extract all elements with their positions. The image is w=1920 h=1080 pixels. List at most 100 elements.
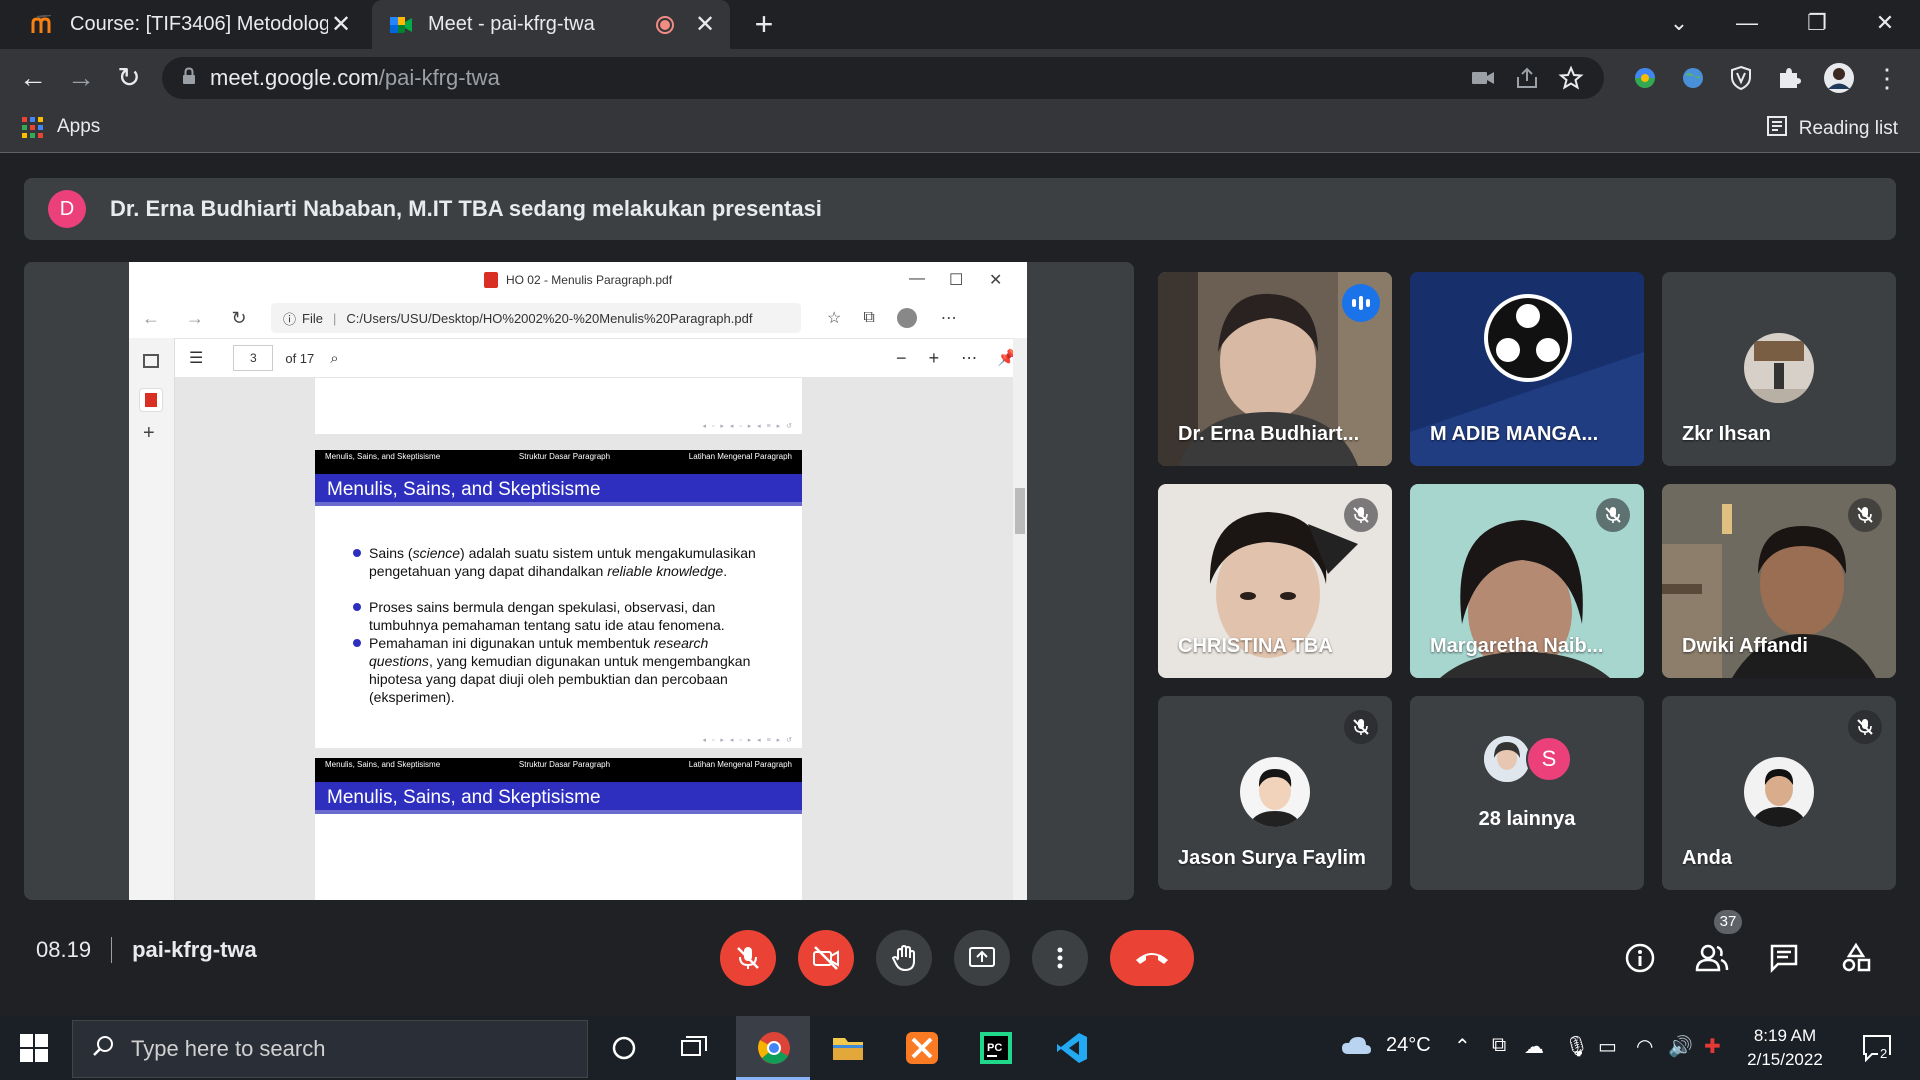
- pdf-path: C:/Users/USU/Desktop/HO%2002%20-%20Menul…: [346, 310, 753, 326]
- participant-overflow-tile[interactable]: S 28 lainnya: [1410, 696, 1644, 890]
- reading-list-button[interactable]: Reading list: [1766, 116, 1898, 142]
- profile-avatar[interactable]: [1822, 61, 1856, 95]
- pdf-more-icon: ⋯: [961, 350, 978, 367]
- tab-course[interactable]: Course: [TIF3406] Metodologi Pe ✕: [14, 0, 366, 49]
- reload-button[interactable]: ↻: [112, 61, 146, 95]
- pdf-back-icon: ←: [142, 307, 160, 328]
- leave-call-button[interactable]: [1110, 930, 1194, 986]
- battery-icon[interactable]: ▭: [1598, 1034, 1617, 1059]
- show-hidden-icons-icon[interactable]: ⌃: [1454, 1034, 1471, 1059]
- xampp-icon[interactable]: [900, 1026, 944, 1070]
- tab-search-icon[interactable]: ⌄: [1656, 8, 1702, 40]
- pdf-file-icon: [483, 272, 498, 288]
- meeting-info: 08.19 pai-kfrg-twa: [36, 937, 257, 963]
- participant-tile[interactable]: Dwiki Affandi: [1662, 484, 1896, 678]
- pdf-search-icon: ⌕: [330, 349, 339, 367]
- close-tab-icon[interactable]: ✕: [328, 11, 354, 38]
- menu-kebab-icon[interactable]: ⋮: [1870, 61, 1904, 95]
- minimize-button[interactable]: —: [1724, 8, 1770, 40]
- chrome-icon[interactable]: [752, 1026, 796, 1070]
- apps-shortcut[interactable]: Apps: [22, 116, 100, 138]
- chat-icon: [1770, 944, 1798, 974]
- pycharm-icon[interactable]: PC: [974, 1026, 1018, 1070]
- new-tab-button[interactable]: +: [748, 8, 780, 41]
- collections-icon: ⧉: [863, 309, 875, 326]
- task-view-icon[interactable]: [672, 1026, 716, 1070]
- avatar: [1240, 757, 1310, 827]
- cortana-icon[interactable]: [602, 1026, 646, 1070]
- participant-name: Jason Surya Faylim: [1178, 847, 1366, 869]
- present-screen-icon: [969, 947, 995, 967]
- windows-start-button[interactable]: [20, 1034, 48, 1062]
- participant-name: Dr. Erna Budhiart...: [1178, 423, 1360, 445]
- shield-extension-icon[interactable]: [1724, 61, 1758, 95]
- mic-off-icon: [737, 947, 759, 969]
- clock-date: 2/15/2022: [1747, 1050, 1823, 1069]
- slide-bullet: Pemahaman ini digunakan untuk membentuk …: [353, 634, 769, 706]
- puzzle-extensions-icon[interactable]: [1772, 61, 1806, 95]
- activities-button[interactable]: [1832, 934, 1880, 982]
- pdf-toolbar: ☰ 3 of 17 ⌕ − + ⋯ 📌: [175, 338, 1027, 378]
- people-icon: [1695, 944, 1729, 972]
- vscode-icon[interactable]: [1050, 1026, 1094, 1070]
- extension-globe-icon[interactable]: [1676, 61, 1710, 95]
- slide-bullet: Sains (science) adalah suatu sistem untu…: [353, 544, 769, 580]
- toggle-mic-button[interactable]: [720, 930, 776, 986]
- close-window-button[interactable]: ✕: [1862, 8, 1908, 40]
- file-explorer-icon[interactable]: [826, 1026, 870, 1070]
- more-options-button[interactable]: [1032, 930, 1088, 986]
- pdf-window-titlebar: HO 02 - Menulis Paragraph.pdf — ☐ ✕: [129, 262, 1027, 298]
- camera-in-use-icon[interactable]: [1470, 65, 1496, 96]
- meeting-details-button[interactable]: [1616, 934, 1664, 982]
- address-bar[interactable]: meet.google.com /pai-kfrg-twa: [162, 57, 1604, 99]
- onedrive-icon[interactable]: ☁: [1524, 1034, 1544, 1059]
- pdf-window-title: HO 02 - Menulis Paragraph.pdf: [505, 273, 673, 287]
- presenter-avatar: D: [48, 190, 86, 228]
- recording-icon: [656, 15, 674, 34]
- chat-button[interactable]: [1760, 934, 1808, 982]
- volume-icon[interactable]: 🔊: [1668, 1034, 1693, 1059]
- restore-button[interactable]: ❐: [1794, 8, 1840, 40]
- slide-nav-dots: ◂ ▫ ▸ ◂ ▫ ▸ ◂ ≡ ▸ ↺: [702, 423, 794, 430]
- participant-tile[interactable]: CHRISTINA TBA: [1158, 484, 1392, 678]
- participant-tile[interactable]: Dr. Erna Budhiart...: [1158, 272, 1392, 466]
- forward-button[interactable]: →: [64, 61, 98, 95]
- participant-tile[interactable]: Margaretha Naib...: [1410, 484, 1644, 678]
- bookmark-star-icon[interactable]: [1558, 65, 1584, 96]
- participant-tile[interactable]: M ADIB MANGA...: [1410, 272, 1644, 466]
- notification-center-icon[interactable]: 2: [1862, 1034, 1892, 1068]
- avatar: [1744, 757, 1814, 827]
- taskbar-clock[interactable]: 8:19 AM 2/15/2022: [1740, 1024, 1830, 1072]
- close-tab-icon[interactable]: ✕: [692, 11, 718, 38]
- pdf-maximize-icon: ☐: [949, 272, 964, 289]
- extension-colorful-icon[interactable]: [1628, 61, 1662, 95]
- moodle-icon: [30, 12, 56, 38]
- edge-menu-icon: ⋯: [940, 310, 957, 327]
- participant-name: CHRISTINA TBA: [1178, 635, 1333, 657]
- mic-off-icon: [1848, 710, 1882, 744]
- antivirus-tray-icon[interactable]: ✚: [1704, 1034, 1721, 1059]
- participant-name: Zkr Ihsan: [1682, 423, 1771, 445]
- taskbar-search-box[interactable]: Type here to search: [72, 1020, 588, 1078]
- share-icon[interactable]: [1514, 65, 1540, 96]
- tab-title: Course: [TIF3406] Metodologi Pe: [70, 13, 328, 35]
- windows-taskbar: Type here to search PC 24°C ⌃ ⧉ ☁ 🎙 ▭ ◠ …: [0, 1016, 1920, 1080]
- wifi-icon[interactable]: ◠: [1636, 1034, 1653, 1059]
- back-button[interactable]: ←: [16, 61, 50, 95]
- participant-tile[interactable]: Zkr Ihsan: [1662, 272, 1896, 466]
- raise-hand-button[interactable]: [876, 930, 932, 986]
- present-now-button[interactable]: [954, 930, 1010, 986]
- tab-meet[interactable]: Meet - pai-kfrg-twa ✕: [372, 0, 730, 49]
- weather-icon[interactable]: [1340, 1034, 1372, 1064]
- participant-tile-self[interactable]: Anda: [1662, 696, 1896, 890]
- pdf-url-field: ⓘ File | C:/Users/USU/Desktop/HO%2002%20…: [271, 303, 801, 333]
- meet-now-icon[interactable]: ⧉: [1492, 1034, 1506, 1057]
- sidebar-pdf-icon: [139, 388, 163, 412]
- participant-tile[interactable]: Jason Surya Faylim: [1158, 696, 1392, 890]
- microphone-tray-icon[interactable]: 🎙: [1564, 1034, 1589, 1059]
- lock-icon[interactable]: [182, 66, 196, 90]
- toggle-camera-button[interactable]: [798, 930, 854, 986]
- weather-temperature[interactable]: 24°C: [1386, 1034, 1431, 1057]
- pdf-forward-icon: →: [186, 307, 204, 328]
- show-everyone-button[interactable]: [1688, 934, 1736, 982]
